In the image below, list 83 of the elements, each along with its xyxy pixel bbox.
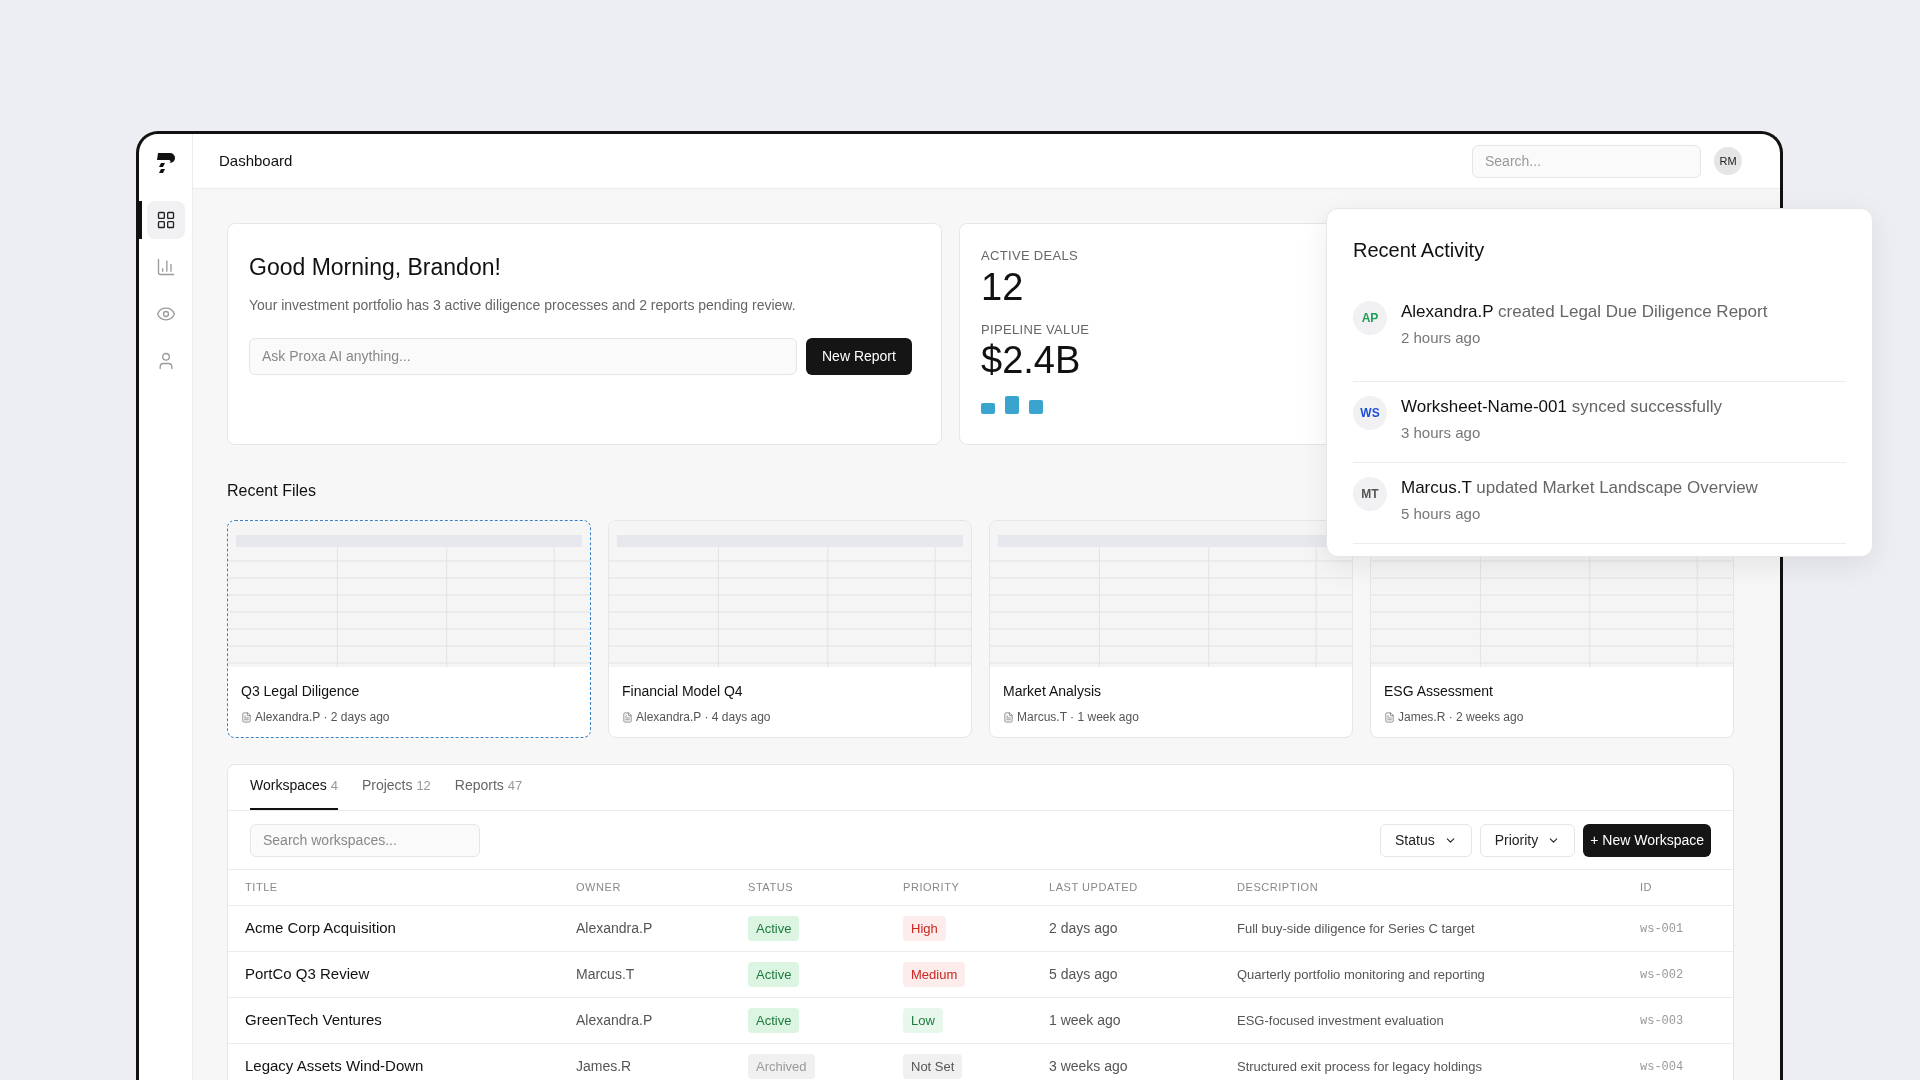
table-cell-text: Legacy Assets Wind-Down [245,1056,425,1077]
column-header: OWNER [576,880,622,896]
column-header: LAST UPDATED [1049,880,1139,896]
new-report-button[interactable]: New Report [806,337,912,375]
file-card[interactable]: Financial Model Q4 Alexandra.P · 4 days ago [608,520,972,738]
logo-icon [155,152,176,174]
column-header: TITLE [245,880,279,896]
file-icon [1003,711,1014,723]
activity-avatar: WS [1353,396,1387,430]
status-badge: Archived [748,1053,815,1080]
search-field[interactable]: Search... [1472,144,1701,178]
bar-chart-icon [155,257,176,277]
tab[interactable]: Projects 12 [361,775,431,810]
table-cell-text: ESG-focused investment evaluation [1237,1011,1445,1030]
table-cell-text: Quarterly portfolio monitoring and reporting [1237,965,1486,984]
table-cell-text: Marcus.T [576,965,636,984]
table-cell-text: 2 days ago [1049,919,1119,938]
table-cell-text: Acme Corp Acquisition [245,918,397,939]
sidebar-item[interactable] [146,201,185,239]
file-meta: Alexandra.P · 4 days ago [636,709,771,726]
filter-dropdown[interactable]: Priority [1479,823,1576,857]
ask-ai-field[interactable]: Ask Proxa AI anything... [249,337,797,375]
activity-text: Alexandra.P created Legal Due Diligence Report [1401,301,1768,323]
table-cell-text: Alexandra.P [576,1011,654,1030]
tab[interactable]: Reports 47 [454,775,523,810]
stat-label: PIPELINE VALUE [981,320,1090,339]
column-header: DESCRIPTION [1237,880,1320,896]
page-title: Dashboard [219,150,293,171]
grid-icon [155,210,176,230]
table-cell-text: 1 week ago [1049,1011,1122,1030]
search-field[interactable]: Search workspaces... [250,823,480,857]
file-meta: James.R · 2 weeks ago [1398,709,1524,726]
table-cell-text: 3 weeks ago [1049,1057,1129,1076]
column-header: ID [1640,880,1654,896]
file-icon [241,711,252,723]
stat-value: 12 [981,265,1024,308]
status-badge: Active [748,1007,800,1034]
table-cell-text: Structured exit process for legacy holdings [1237,1057,1483,1076]
table-cell-text: ws-004 [1640,1058,1685,1076]
section-title: Recent Files [227,481,316,501]
file-name: Market Analysis [1003,682,1103,701]
panel-title: Recent Activity [1353,238,1486,263]
table-cell-text: ws-002 [1640,966,1685,984]
greeting-title: Good Morning, Brandon! [249,253,502,282]
column-header: STATUS [748,880,795,896]
file-icon [622,711,633,723]
column-header: PRIORITY [903,880,961,896]
file-meta: Marcus.T · 1 week ago [1017,709,1139,726]
new-workspace-button[interactable]: + New Workspace [1583,823,1711,857]
file-name: Q3 Legal Diligence [241,682,361,701]
priority-badge: High [903,915,946,942]
tab[interactable]: Workspaces 4 [250,775,338,810]
priority-badge: Not Set [903,1053,963,1080]
stat-label: ACTIVE DEALS [981,247,1079,265]
priority-badge: Low [903,1007,943,1034]
table-cell-text: PortCo Q3 Review [245,964,371,985]
file-name: ESG Assessment [1384,682,1494,701]
status-badge: Active [748,915,800,942]
file-card[interactable]: Q3 Legal Diligence Alexandra.P · 2 days ago [227,520,591,738]
table-cell-text: Alexandra.P [576,919,654,938]
activity-avatar: AP [1353,301,1387,335]
greeting-text: Your investment portfolio has 3 active diligence processes and 2 reports pending review. [249,295,797,315]
table-cell-text: ws-001 [1640,920,1685,938]
activity-time: 3 hours ago [1401,423,1482,443]
activity-text: Worksheet-Name-001 synced successfully [1401,396,1722,418]
priority-badge: Medium [903,961,966,988]
activity-text: Marcus.T updated Market Landscape Overview [1401,477,1758,499]
user-avatar[interactable]: RM [1714,147,1742,175]
table-cell-text: ws-003 [1640,1012,1685,1030]
file-icon [1384,711,1395,723]
file-name: Financial Model Q4 [622,682,744,701]
table-cell-text: James.R [576,1057,633,1076]
activity-time: 2 hours ago [1401,328,1482,348]
file-meta: Alexandra.P · 2 days ago [255,709,390,726]
mini-bar-chart-icon [981,395,1043,415]
table-cell-text: 5 days ago [1049,965,1119,984]
table-cell-text: Full buy-side diligence for Series C target [1237,919,1476,938]
table-cell-text: GreenTech Ventures [245,1010,383,1031]
stat-value: $2.4B [981,339,1081,381]
file-card[interactable]: Market Analysis Marcus.T · 1 week ago [989,520,1353,738]
activity-avatar: MT [1353,477,1387,511]
filter-dropdown[interactable]: Status [1380,823,1472,857]
status-badge: Active [748,961,800,988]
